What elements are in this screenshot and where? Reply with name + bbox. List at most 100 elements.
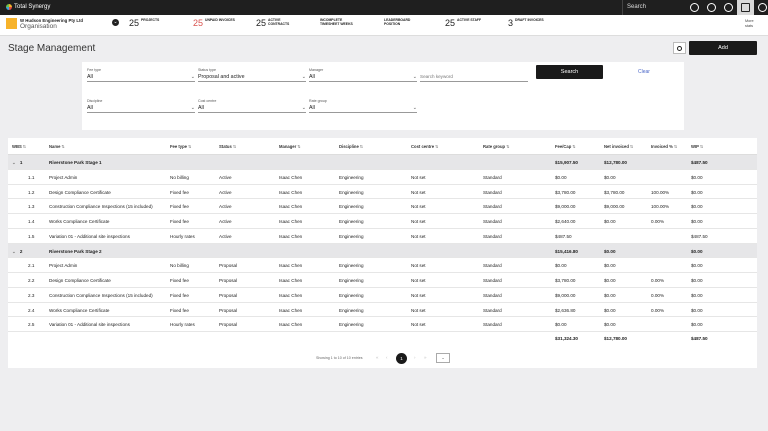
cell-fee-type: Fixed fee: [170, 189, 189, 195]
cell-manager: Isaac Chen: [279, 219, 303, 224]
col-header-status[interactable]: Status⇅: [219, 144, 236, 149]
col-header-wip[interactable]: WIP⇅: [691, 144, 703, 149]
cell-wip: $0.00: [691, 307, 703, 313]
cell-cost-centre: Not set: [411, 307, 426, 313]
org-chevron-down-icon[interactable]: ⌄: [112, 19, 119, 26]
search-toggle-button[interactable]: [673, 42, 686, 54]
table-row[interactable]: 2.4 Works Compliance Certificate Fixed fee…: [8, 303, 757, 318]
plus-circle-icon[interactable]: [703, 0, 720, 15]
last-page-icon[interactable]: »: [424, 355, 427, 360]
col-header-fee-cap[interactable]: Fee/Cap⇅: [555, 144, 576, 149]
stat-incomplete-timesheet-weeks[interactable]: INCOMPLETE TIMESHEET WEEKS: [320, 18, 360, 27]
cell-manager: Isaac Chen: [279, 307, 303, 313]
col-header-invoiced-pct[interactable]: Invoiced %⇅: [651, 144, 677, 149]
manager-value: All: [309, 74, 315, 80]
rate-group-select[interactable]: All ⌄: [309, 104, 417, 113]
page-button-current[interactable]: 1: [396, 353, 407, 364]
col-header-net-invoiced[interactable]: Net invoiced⇅: [604, 144, 633, 149]
col-header-wbs[interactable]: WBS⇅: [12, 144, 26, 149]
table-row[interactable]: 1.4 Works Compliance Certificate Fixed fee…: [8, 214, 757, 229]
col-header-rate-group[interactable]: Rate group⇅: [483, 144, 510, 149]
add-button[interactable]: Add: [689, 41, 757, 55]
cell-manager: Isaac Chen: [279, 292, 303, 298]
stat-leaderboard-position[interactable]: LEADERBOARD POSITION: [384, 18, 416, 27]
location-icon[interactable]: [686, 0, 703, 15]
account-icon[interactable]: [754, 0, 768, 15]
calendar-icon[interactable]: [737, 0, 754, 15]
col-header-manager[interactable]: Manager⇅: [279, 144, 301, 149]
cell-invoiced-pct: 100.00%: [651, 204, 670, 210]
cell-name: Riverstone Park Stage 2: [49, 248, 102, 254]
cell-fee-cap: $0.00: [555, 174, 567, 180]
stat-unpaid-invoices[interactable]: 25 UNPAID INVOICES: [193, 18, 235, 28]
fee-type-select[interactable]: All ⌄: [87, 73, 195, 82]
col-header-label: WBS: [12, 144, 22, 149]
cell-wbs: 2.2: [28, 278, 34, 283]
stat-projects[interactable]: 25 PROJECTS: [129, 18, 160, 28]
wbs-value: 1.1: [28, 174, 35, 180]
table-row[interactable]: 1.3 Construction Compliance Inspections (…: [8, 199, 757, 215]
stat-draft-invoices[interactable]: 3 DRAFT INVOICES: [508, 18, 544, 28]
cell-fee-cap: $3,780.00: [555, 189, 576, 195]
filter-search-button[interactable]: Search: [536, 65, 603, 79]
stat-active-staff[interactable]: 25 ACTIVE STAFF: [445, 18, 481, 28]
cell-manager: Isaac Chen: [279, 174, 303, 180]
app-logo[interactable]: Total Synergy: [6, 4, 50, 10]
collapse-chevron-icon[interactable]: ⌄: [12, 160, 16, 165]
first-page-icon[interactable]: «: [376, 355, 379, 360]
prev-page-icon[interactable]: ‹: [386, 355, 388, 360]
cell-discipline: Engineering: [339, 292, 364, 298]
manager-select[interactable]: All ⌄: [309, 73, 417, 82]
sort-icon: ⇅: [435, 144, 439, 149]
next-page-icon[interactable]: ›: [414, 355, 416, 360]
table-row[interactable]: 1.1 Project Admin No billing Active Isaac Ch…: [8, 170, 757, 185]
timer-icon[interactable]: [720, 0, 737, 15]
page-size-select[interactable]: ⌄: [436, 353, 450, 363]
org-switcher[interactable]: W Hudson Engineering Pty Ltd Organisatio…: [6, 18, 83, 30]
table-row[interactable]: 2.3 Construction Compliance Inspections (…: [8, 288, 757, 303]
status-type-select[interactable]: Proposal and active ⌄: [198, 73, 306, 82]
cell-fee-cap: $2,636.80: [555, 307, 576, 313]
filter-clear-link[interactable]: Clear: [638, 69, 650, 75]
sort-icon: ⇅: [61, 144, 65, 149]
stat-label: UNPAID INVOICES: [205, 18, 235, 22]
cell-status: Proposal: [219, 263, 238, 269]
wbs-value: 1.2: [28, 189, 35, 195]
table-row[interactable]: 2.1 Project Admin No billing Proposal Isaac …: [8, 258, 757, 274]
col-header-label: Invoiced %: [651, 144, 673, 149]
manager-label: Manager: [309, 68, 324, 72]
cell-name: Project Admin: [49, 263, 78, 269]
cell-name: Variation 01 - Additional site inspectio…: [49, 322, 130, 328]
stat-active-contracts[interactable]: 25 ACTIVE CONTRACTS: [256, 18, 300, 28]
cell-manager: Isaac Chen: [279, 204, 303, 210]
group-row[interactable]: ⌄ 1 Riverstone Park Stage 1 $15,907.50 $12,7…: [8, 155, 757, 170]
cell-manager: Isaac Chen: [279, 322, 303, 328]
org-subtitle: Organisation: [20, 23, 57, 30]
table-row[interactable]: 1.5 Variation 01 - Additional site inspec…: [8, 229, 757, 244]
status-type-value: Proposal and active: [198, 74, 245, 80]
cost-centre-select[interactable]: All ⌄: [198, 104, 306, 113]
cell-cost-centre: Not set: [411, 174, 426, 180]
group-row[interactable]: ⌄ 2 Riverstone Park Stage 2 $15,416.80 $0.00…: [8, 243, 757, 259]
stat-label: PROJECTS: [141, 18, 160, 22]
table-row[interactable]: 2.5 Variation 01 - Additional site inspec…: [8, 317, 757, 333]
global-search-input[interactable]: Search: [622, 0, 684, 15]
cell-net-invoiced: $0.00: [604, 174, 616, 180]
col-header-name[interactable]: Name⇅: [49, 144, 65, 149]
filter-panel: Fee type All ⌄ Status type Proposal and a…: [82, 62, 684, 130]
col-header-fee-type[interactable]: Fee type⇅: [170, 144, 192, 149]
col-header-cost-centre[interactable]: Cost centre⇅: [411, 144, 439, 149]
discipline-select[interactable]: All ⌄: [87, 104, 195, 113]
cell-fee-type: No billing: [170, 263, 189, 269]
cell-name: Design Compliance Certificate: [49, 189, 111, 195]
cell-wbs: 2.1: [28, 263, 34, 268]
discipline-value: All: [87, 105, 93, 111]
collapse-chevron-icon[interactable]: ⌄: [12, 249, 16, 254]
more-stats-button[interactable]: More stats: [745, 19, 759, 28]
keyword-search-input[interactable]: Search keyword: [420, 73, 528, 82]
table-row[interactable]: 1.2 Design Compliance Certificate Fixed fe…: [8, 185, 757, 200]
col-header-discipline[interactable]: Discipline⇅: [339, 144, 363, 149]
cell-manager: Isaac Chen: [279, 278, 303, 283]
table-row[interactable]: 2.2 Design Compliance Certificate Fixed fe…: [8, 273, 757, 288]
cost-centre-label: Cost centre: [198, 99, 217, 103]
